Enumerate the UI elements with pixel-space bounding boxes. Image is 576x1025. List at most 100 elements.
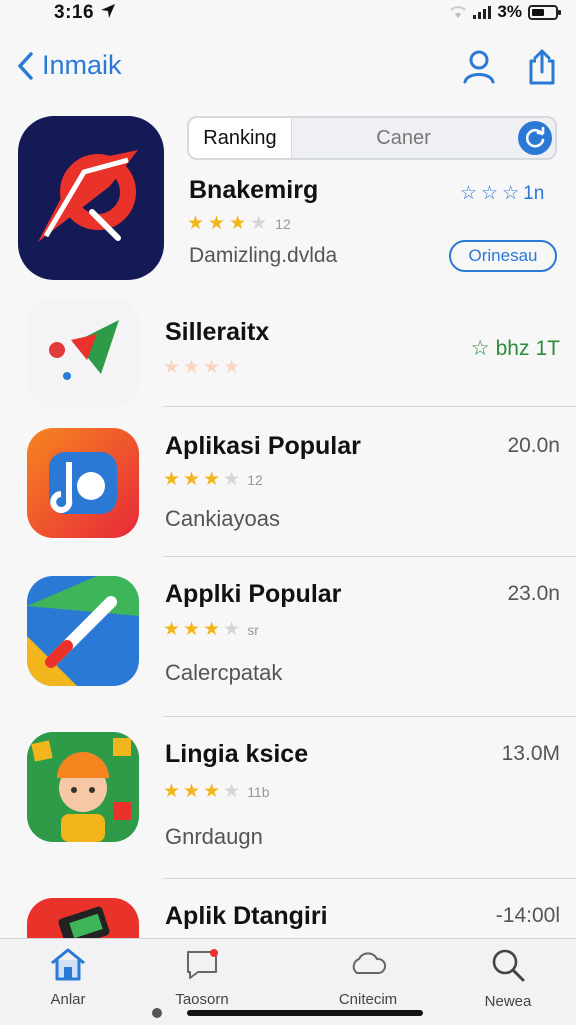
app-stars: ★ ★ ★ ★ sr xyxy=(163,620,259,639)
signal-icon xyxy=(473,5,492,19)
featured-app[interactable]: Ranking Caner Bnakemirg ☆ ☆ ☆ 1n ★ ★ ★ ★… xyxy=(0,110,576,286)
star-icon: ★ xyxy=(187,213,205,234)
rating-text: 1n xyxy=(523,182,545,204)
app-meta: 20.0n xyxy=(507,434,560,457)
segment-ranking[interactable]: Ranking xyxy=(189,118,292,158)
location-arrow-icon xyxy=(100,4,115,18)
app-title: Aplik Dtangiri xyxy=(165,902,328,930)
app-meta: 23.0n xyxy=(507,582,560,605)
featured-app-icon xyxy=(18,116,164,280)
home-indicator[interactable] xyxy=(187,1010,423,1016)
tab-label: Cnitecim xyxy=(338,991,398,1008)
app-title: Applki Popular xyxy=(165,580,342,608)
stars-note: 12 xyxy=(275,215,291,232)
home-indicator-dot xyxy=(152,1008,162,1018)
battery-icon xyxy=(528,4,561,20)
wifi-icon xyxy=(450,6,467,18)
tab-label: Newea xyxy=(484,993,532,1010)
app-title: Silleraitx xyxy=(165,318,270,346)
star-icon: ★ xyxy=(223,357,241,378)
status-time: 3:16 xyxy=(54,2,116,24)
app-meta: 13.0M xyxy=(501,742,560,765)
chevron-left-icon xyxy=(18,51,33,80)
app-meta: -14:00l xyxy=(495,904,560,927)
list-item[interactable]: Silleraitx ★ ★ ★ ★ ☆ bhz 1T xyxy=(0,290,576,408)
navigation-bar: Inmaik xyxy=(0,38,576,102)
featured-stars: ★ ★ ★ ★ 12 xyxy=(187,214,291,233)
home-icon xyxy=(51,948,85,981)
meta-prefix: bhz xyxy=(495,336,530,360)
star-icon: ★ xyxy=(203,619,221,640)
tab-taosorn[interactable]: Taosorn xyxy=(142,947,262,1008)
divider xyxy=(163,878,576,879)
segment-caner[interactable]: Caner xyxy=(292,118,515,158)
tab-home[interactable]: Anlar xyxy=(8,947,128,1008)
back-label: Inmaik xyxy=(42,50,122,80)
share-icon xyxy=(529,49,555,85)
share-button[interactable] xyxy=(526,48,558,91)
meta-value: 1T xyxy=(535,336,560,360)
battery-percent: 3% xyxy=(497,2,522,21)
app-icon xyxy=(27,428,139,538)
outline-star-icon: ☆ xyxy=(470,337,490,360)
list-item[interactable]: Applki Popular ★ ★ ★ ★ sr Calercpatak 23… xyxy=(0,568,576,717)
stars-note: sr xyxy=(247,621,259,638)
star-icon: ★ xyxy=(223,781,241,802)
star-icon: ★ xyxy=(163,619,181,640)
star-icon: ★ xyxy=(203,781,221,802)
app-title: Lingia ksice xyxy=(165,740,309,768)
app-stars: ★ ★ ★ ★ 12 xyxy=(163,470,263,489)
app-meta: ☆ bhz 1T xyxy=(471,336,560,361)
star-icon: ★ xyxy=(203,469,221,490)
app-subtitle: Gnrdaugn xyxy=(165,824,263,849)
tab-newea[interactable]: Newea xyxy=(448,947,568,1010)
star-icon: ★ xyxy=(203,357,221,378)
back-button[interactable]: Inmaik xyxy=(16,50,122,81)
divider xyxy=(163,556,576,557)
list-item[interactable]: Aplikasi Popular ★ ★ ★ ★ 12 Cankiayoas 2… xyxy=(0,418,576,557)
outline-star-icon: ☆ xyxy=(481,183,499,204)
outline-star-icon: ☆ xyxy=(502,183,520,204)
star-icon: ★ xyxy=(183,619,201,640)
star-icon: ★ xyxy=(223,469,241,490)
refresh-button[interactable] xyxy=(515,118,555,158)
refresh-icon xyxy=(518,121,552,155)
stars-note: 12 xyxy=(247,471,263,488)
app-icon xyxy=(27,576,139,686)
star-icon: ★ xyxy=(163,357,181,378)
list-item[interactable]: Lingia ksice ★ ★ ★ ★ 11b Gnrdaugn 13.0M xyxy=(0,728,576,879)
outline-star-icon: ☆ xyxy=(460,183,478,204)
app-stars: ★ ★ ★ ★ xyxy=(163,358,240,377)
get-button[interactable]: Orinesau xyxy=(449,240,557,272)
tab-cnitecim[interactable]: Cnitecim xyxy=(308,947,428,1008)
segmented-control: Ranking Caner xyxy=(187,116,557,160)
app-icon xyxy=(27,732,139,842)
search-icon xyxy=(492,949,525,982)
app-title: Aplikasi Popular xyxy=(165,432,361,460)
tab-label: Taosorn xyxy=(175,991,229,1008)
star-icon: ★ xyxy=(208,213,226,234)
star-icon: ★ xyxy=(229,213,247,234)
featured-subtitle: Damizling.dvlda xyxy=(189,244,338,267)
cloud-icon xyxy=(352,952,387,974)
chat-icon xyxy=(187,949,218,979)
star-icon: ★ xyxy=(223,619,241,640)
app-icon xyxy=(27,298,139,408)
app-subtitle: Cankiayoas xyxy=(165,506,280,531)
divider xyxy=(163,716,576,717)
list-item[interactable]: Aplik Dtangiri -14:00l xyxy=(0,890,576,938)
star-icon: ★ xyxy=(163,469,181,490)
app-icon xyxy=(27,898,139,938)
star-icon: ★ xyxy=(250,213,268,234)
person-icon xyxy=(463,50,495,84)
profile-button[interactable] xyxy=(462,48,496,91)
status-bar: 3:16 3% xyxy=(0,0,576,28)
tab-label: Anlar xyxy=(50,991,86,1008)
star-icon: ★ xyxy=(183,357,201,378)
app-subtitle: Calercpatak xyxy=(165,660,283,685)
star-icon: ★ xyxy=(183,469,201,490)
star-icon: ★ xyxy=(163,781,181,802)
status-indicators: 3% xyxy=(449,2,561,22)
star-icon: ★ xyxy=(183,781,201,802)
featured-rating: ☆ ☆ ☆ 1n xyxy=(460,182,544,205)
